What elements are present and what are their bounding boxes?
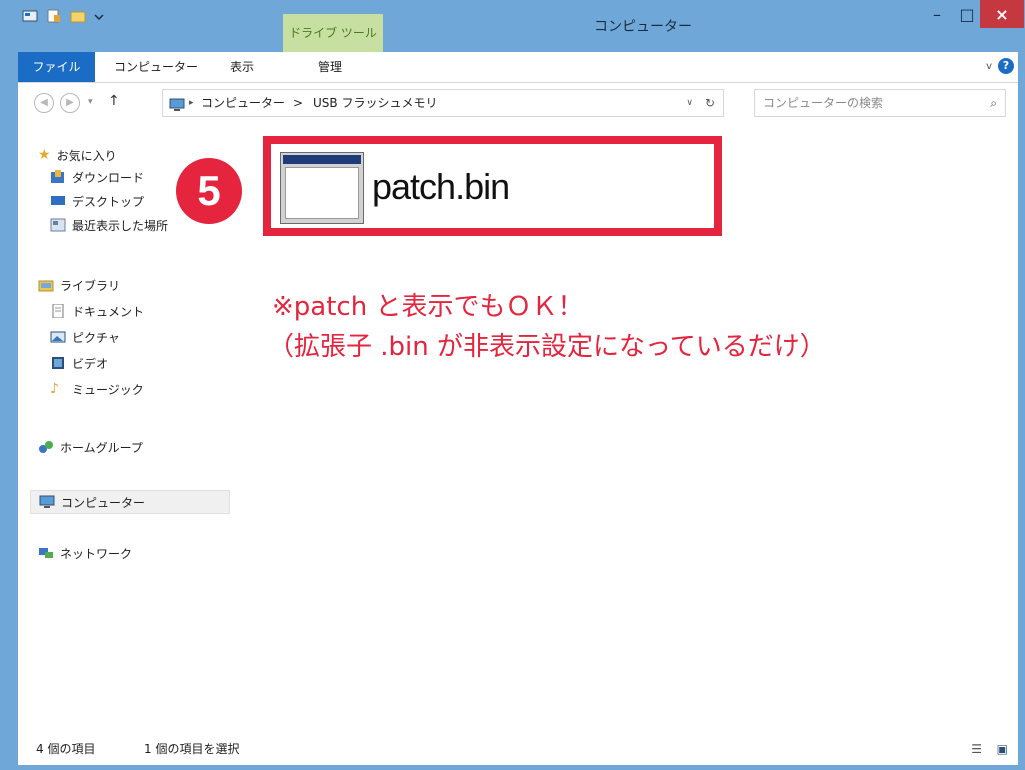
sidebar-item-label: ミュージック — [72, 382, 144, 397]
status-selected: 1 個の項目を選択 — [144, 742, 240, 756]
sidebar-item-network[interactable]: ネットワーク — [38, 542, 132, 564]
sidebar-item-label: ネットワーク — [60, 546, 133, 561]
tab-computer[interactable]: コンピューター — [114, 52, 198, 82]
up-arrow-icon[interactable]: ↑ — [108, 93, 120, 109]
recent-locations-icon[interactable]: ▾ — [88, 97, 93, 107]
network-icon — [38, 546, 54, 560]
tab-file[interactable]: ファイル — [18, 52, 95, 82]
forward-icon[interactable]: ▶ — [60, 93, 80, 113]
window-border-left — [0, 0, 18, 770]
file-item-icon[interactable] — [280, 152, 364, 224]
navigation-bar: ◀ ▶ ▾ ↑ ▸ コンピューター > USB フラッシュメモリ ∨ ↻ コンピ… — [18, 83, 1018, 123]
documents-icon — [50, 303, 66, 319]
computer-icon — [39, 495, 55, 509]
sidebar-item-label: ライブラリ — [60, 278, 121, 293]
qat-dropdown-icon[interactable] — [94, 8, 110, 22]
sidebar-item-computer[interactable]: コンピューター — [30, 490, 230, 514]
star-icon: ★ — [38, 147, 51, 163]
details-view-icon[interactable]: ☰ — [971, 734, 982, 765]
tab-manage[interactable]: 管理 — [318, 52, 342, 82]
step-number-badge: 5 — [176, 158, 242, 224]
annotation-note-line1: ※patch と表示でもＯＫ！ — [272, 292, 584, 322]
drive-tools-context-label: ドライブ ツール — [283, 14, 383, 52]
videos-icon — [50, 356, 66, 370]
maximize-button[interactable]: □ — [954, 0, 980, 28]
sidebar-item-label: ビデオ — [72, 356, 109, 371]
window-border-right — [1018, 0, 1025, 770]
breadcrumb-usb-drive[interactable]: USB フラッシュメモリ — [313, 90, 437, 116]
annotation-note-line2: （拡張子 .bin が非表示設定になっているだけ） — [268, 332, 826, 362]
pictures-icon — [50, 330, 66, 344]
new-folder-icon[interactable] — [70, 8, 86, 23]
close-icon: × — [995, 4, 1009, 24]
sidebar-item-label: ドキュメント — [72, 304, 145, 319]
libraries-icon — [38, 278, 54, 292]
sidebar-item-homegroup[interactable]: ホームグループ — [38, 436, 143, 458]
sidebar-item-label: コンピューター — [61, 495, 146, 510]
sidebar-item-label: デスクトップ — [72, 194, 145, 209]
sidebar-item-downloads[interactable]: ダウンロード — [50, 166, 144, 188]
homegroup-icon — [38, 440, 54, 454]
sidebar-item-label: ダウンロード — [72, 170, 145, 185]
minimize-button[interactable]: – — [924, 0, 950, 28]
desktop-icon — [50, 194, 66, 208]
downloads-folder-icon — [50, 170, 66, 184]
search-box[interactable]: コンピューターの検索 ⌕ — [754, 89, 1006, 117]
music-note-icon: ♪ — [50, 381, 59, 397]
help-icon[interactable]: ? — [998, 58, 1014, 74]
file-item-name[interactable]: patch.bin — [372, 166, 510, 208]
recent-places-icon — [50, 218, 66, 232]
refresh-icon[interactable]: ↻ — [705, 90, 715, 116]
back-icon[interactable]: ◀ — [34, 93, 54, 113]
address-dropdown-icon[interactable]: ∨ — [686, 90, 693, 116]
window-icon[interactable] — [22, 8, 38, 22]
close-button[interactable]: × — [980, 0, 1024, 28]
large-icons-view-icon[interactable]: ▣ — [997, 734, 1008, 765]
sidebar-item-label: お気に入り — [56, 148, 117, 163]
sidebar-item-libraries[interactable]: ライブラリ — [38, 274, 120, 296]
tab-view[interactable]: 表示 — [230, 52, 254, 82]
sidebar-item-favorites[interactable]: ★ お気に入り — [38, 144, 117, 166]
ribbon: ファイル コンピューター 表示 管理 v ? — [18, 52, 1018, 83]
search-placeholder: コンピューターの検索 — [763, 96, 884, 110]
sidebar-item-label: 最近表示した場所 — [72, 218, 169, 233]
sidebar-item-label: ホームグループ — [60, 440, 143, 455]
sidebar-item-music[interactable]: ♪ ミュージック — [50, 378, 144, 400]
properties-icon[interactable] — [46, 8, 62, 23]
maximize-icon: □ — [959, 4, 975, 24]
status-bar: 4 個の項目 1 個の項目を選択 ☰ ▣ — [18, 734, 1018, 765]
address-bar[interactable]: ▸ コンピューター > USB フラッシュメモリ ∨ ↻ — [162, 89, 724, 117]
window-title: コンピューター — [594, 19, 692, 35]
file-icon-titlebar — [283, 155, 361, 164]
sidebar-item-label: ピクチャ — [72, 330, 120, 345]
computer-small-icon — [169, 95, 185, 121]
breadcrumb-computer[interactable]: コンピューター — [201, 90, 285, 116]
title-bar: ドライブ ツール コンピューター – □ × — [0, 0, 1025, 52]
expand-ribbon-icon[interactable]: v — [986, 52, 992, 82]
search-icon[interactable]: ⌕ — [990, 90, 997, 116]
file-icon-window — [285, 167, 359, 219]
sidebar-item-videos[interactable]: ビデオ — [50, 352, 108, 374]
sidebar-item-documents[interactable]: ドキュメント — [50, 300, 144, 322]
sidebar-item-recent-places[interactable]: 最近表示した場所 — [50, 214, 168, 236]
minimize-icon: – — [933, 4, 941, 24]
explorer-window: ドライブ ツール コンピューター – □ × ファイル コンピューター 表示 管… — [0, 0, 1025, 770]
status-item-count: 4 個の項目 — [36, 742, 96, 756]
sidebar-item-desktop[interactable]: デスクトップ — [50, 190, 144, 212]
quick-access-toolbar — [22, 8, 110, 23]
breadcrumb-separator: > — [293, 96, 304, 110]
window-border-bottom — [0, 765, 1025, 770]
crumb-chevron-icon: ▸ — [189, 98, 194, 108]
sidebar-item-pictures[interactable]: ピクチャ — [50, 326, 120, 348]
